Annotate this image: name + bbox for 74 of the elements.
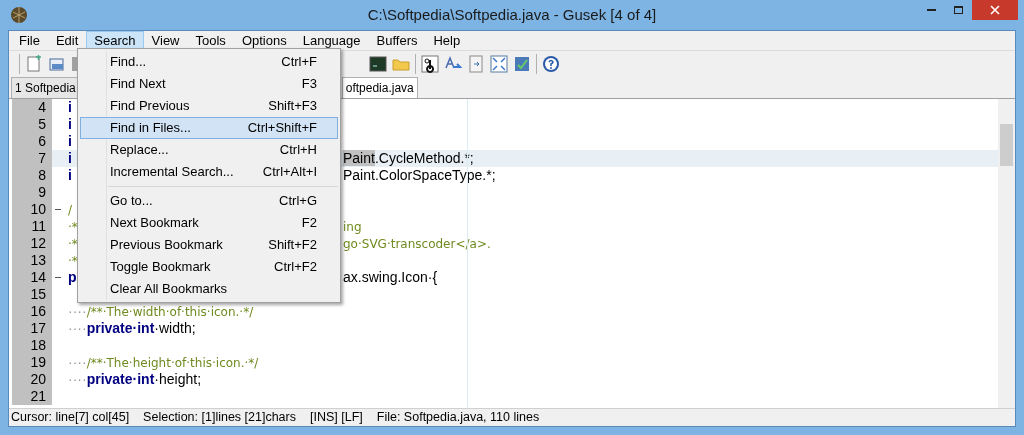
- menu-item[interactable]: Tools: [187, 31, 234, 50]
- fold-marker-icon[interactable]: [55, 277, 61, 278]
- menu-item[interactable]: Edit: [47, 31, 87, 50]
- menu-item[interactable]: Language: [294, 31, 369, 50]
- code-text: i: [68, 99, 72, 117]
- line-number: 15: [12, 286, 52, 303]
- code-text: ·*: [68, 236, 78, 251]
- file-tab[interactable]: 1 Softpedia: [11, 77, 80, 98]
- line-number: 7: [12, 150, 52, 167]
- menu-entry[interactable]: Incremental Search... Ctrl+Alt+I: [80, 161, 338, 183]
- status-text: [INS] [LF]: [310, 409, 363, 427]
- status-text: Selection: [1]lines [21]chars: [143, 409, 296, 427]
- code-text: Paint.CycleMethod.*;: [343, 149, 474, 168]
- code-text: ····private·int·width;: [68, 319, 196, 338]
- vertical-scrollbar[interactable]: [998, 99, 1015, 408]
- code-text: ····private·int·height;: [68, 370, 202, 389]
- menu-item[interactable]: Buffers: [368, 31, 426, 50]
- line-number: 10: [12, 201, 52, 218]
- line-number: 11: [12, 218, 52, 235]
- line-number: 18: [12, 337, 52, 354]
- code-text: ·*: [68, 253, 78, 270]
- code-text: i: [68, 132, 72, 151]
- new-file-icon[interactable]: [25, 55, 43, 73]
- code-text: ax.swing.Icon·{: [343, 268, 438, 287]
- window-title: C:\Softpedia\Softpedia.java - Gusek [4 of 4]: [366, 4, 658, 25]
- menu-entry[interactable]: Find Next F3: [80, 73, 338, 95]
- line-number: 21: [12, 388, 52, 405]
- code-text: i: [68, 150, 72, 166]
- menu-entry[interactable]: Previous Bookmark Shift+F2: [80, 234, 338, 256]
- app-logo-icon: [10, 6, 28, 24]
- menu-entry[interactable]: Find in Files... Ctrl+Shift+F: [80, 117, 338, 139]
- line-number: 4: [12, 99, 52, 116]
- file-tab[interactable]: oftpedia.java: [341, 77, 418, 98]
- open-file-icon[interactable]: [48, 55, 66, 73]
- line-number: 14: [12, 269, 52, 286]
- menu-entry[interactable]: Go to... Ctrl+G: [80, 190, 338, 212]
- menu-entry[interactable]: Clear All Bookmarks: [80, 278, 338, 300]
- code-text: ····/**·The·width·of·this·icon.·*/: [68, 302, 254, 321]
- line-number: 12: [12, 235, 52, 252]
- line-number: 9: [12, 184, 52, 201]
- line-number: 13: [12, 252, 52, 269]
- code-text: ·*: [68, 219, 78, 234]
- menu-entry[interactable]: Replace... Ctrl+H: [80, 139, 338, 161]
- code-text: i: [68, 115, 72, 134]
- line-number: 6: [12, 133, 52, 150]
- code-text: ing: [343, 219, 362, 236]
- status-text: File: Softpedia.java, 110 lines: [376, 409, 540, 427]
- code-text: go·SVG·transcoder</a>.: [343, 236, 491, 253]
- line-number: 19: [12, 354, 52, 371]
- menu-entry[interactable]: Find... Ctrl+F: [80, 51, 338, 73]
- fold-marker-icon[interactable]: [55, 209, 61, 210]
- menu-item[interactable]: Help: [425, 31, 469, 50]
- help-icon[interactable]: [542, 55, 560, 73]
- line-number: 17: [12, 320, 52, 337]
- menu-item[interactable]: View: [143, 31, 188, 50]
- code-text: /: [68, 202, 73, 219]
- code-text: i: [68, 167, 72, 183]
- menu-entry[interactable]: Next Bookmark F2: [80, 212, 338, 234]
- checked-document-icon[interactable]: [513, 55, 531, 73]
- line-number: 20: [12, 371, 52, 388]
- line-number: 8: [12, 167, 52, 184]
- menu-entry[interactable]: Toggle Bookmark Ctrl+F2: [80, 256, 338, 278]
- status-text: Cursor: line[7] col[45]: [11, 409, 130, 427]
- line-number: 5: [12, 116, 52, 133]
- menu-entry[interactable]: Find Previous Shift+F3: [80, 95, 338, 117]
- fullscreen-icon[interactable]: [490, 55, 508, 73]
- menu-item[interactable]: Options: [233, 31, 295, 50]
- code-text: Paint.ColorSpaceType.*;: [343, 166, 496, 185]
- close-icon: [990, 5, 1000, 15]
- code-text: p: [68, 269, 77, 285]
- line-number: 16: [12, 303, 52, 320]
- code-text: ····/**·The·height·of·this·icon.·*/: [68, 353, 259, 372]
- terminal-icon[interactable]: [369, 55, 387, 73]
- menu-item[interactable]: File: [11, 31, 48, 50]
